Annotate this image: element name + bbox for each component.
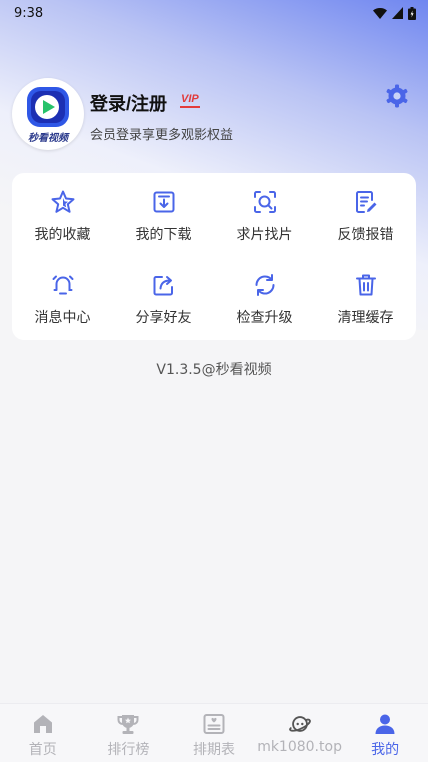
menu-label: 清理缓存: [337, 310, 394, 326]
menu-item-clear-cache[interactable]: 清理缓存: [315, 256, 416, 340]
menu-item-check-update[interactable]: 检查升级: [214, 256, 315, 340]
menu-item-request-movie[interactable]: 求片找片: [214, 173, 315, 256]
tab-label: 排期表: [192, 742, 235, 758]
share-icon: [153, 276, 173, 296]
tab-website[interactable]: mk1080.top: [257, 704, 343, 762]
planet-icon: [288, 716, 311, 732]
star-icon: [51, 190, 74, 213]
avatar[interactable]: 秒看视频: [12, 78, 84, 150]
download-icon: [153, 191, 174, 213]
tab-label: mk1080.top: [257, 739, 342, 755]
menu-label: 分享好友: [135, 310, 192, 326]
tab-label: 排行榜: [107, 742, 150, 758]
home-icon: [33, 715, 52, 733]
schedule-icon: [203, 714, 225, 734]
version-text: V1.3.5@秒看视频: [156, 362, 272, 378]
menu-item-messages[interactable]: 消息中心: [12, 256, 113, 340]
menu-label: 反馈报错: [337, 227, 394, 243]
menu-label: 求片找片: [236, 227, 293, 243]
status-time: 9:38: [14, 5, 44, 21]
menu-card: 我的收藏 我的下载 求片找片 反馈报错 消息中心 分享好友 检查升级 清理缓存: [12, 173, 416, 340]
menu-label: 我的收藏: [34, 227, 91, 243]
search-scan-icon: [253, 191, 276, 213]
tab-label: 我的: [371, 742, 400, 758]
gear-icon: [386, 84, 408, 108]
vip-badge: VIP: [180, 92, 200, 108]
bell-icon: [52, 275, 73, 295]
tab-ranking[interactable]: 排行榜: [86, 704, 172, 762]
menu-label: 我的下载: [135, 227, 192, 243]
menu-item-favorites[interactable]: 我的收藏: [12, 173, 113, 256]
status-icons: [373, 6, 416, 20]
battery-icon: [408, 6, 416, 20]
menu-label: 检查升级: [236, 310, 293, 326]
tab-mine[interactable]: 我的: [342, 704, 428, 762]
wifi-icon: [373, 7, 387, 19]
feedback-edit-icon: [355, 191, 376, 213]
tab-label: 首页: [28, 742, 57, 758]
trophy-icon: [117, 715, 139, 734]
cell-signal-icon: [392, 7, 403, 19]
menu-item-downloads[interactable]: 我的下载: [113, 173, 214, 256]
tab-home[interactable]: 首页: [0, 704, 86, 762]
status-bar: 9:38: [0, 0, 428, 26]
menu-label: 消息中心: [34, 310, 91, 326]
login-register-link[interactable]: 登录/注册: [90, 90, 167, 116]
avatar-brand-tag: 秒看视频: [28, 133, 68, 144]
menu-item-feedback[interactable]: 反馈报错: [315, 173, 416, 256]
trash-icon: [355, 274, 376, 296]
tab-schedule[interactable]: 排期表: [171, 704, 257, 762]
menu-item-share[interactable]: 分享好友: [113, 256, 214, 340]
settings-button[interactable]: [384, 83, 410, 109]
bottom-tab-bar: 首页 排行榜 排期表 mk1080.top 我的: [0, 703, 428, 762]
login-subtitle: 会员登录享更多观影权益: [90, 128, 234, 143]
refresh-icon: [254, 274, 275, 296]
user-icon: [375, 714, 395, 734]
profile-section: 秒看视频 登录/注册 VIP 会员登录享更多观影权益: [12, 78, 416, 150]
